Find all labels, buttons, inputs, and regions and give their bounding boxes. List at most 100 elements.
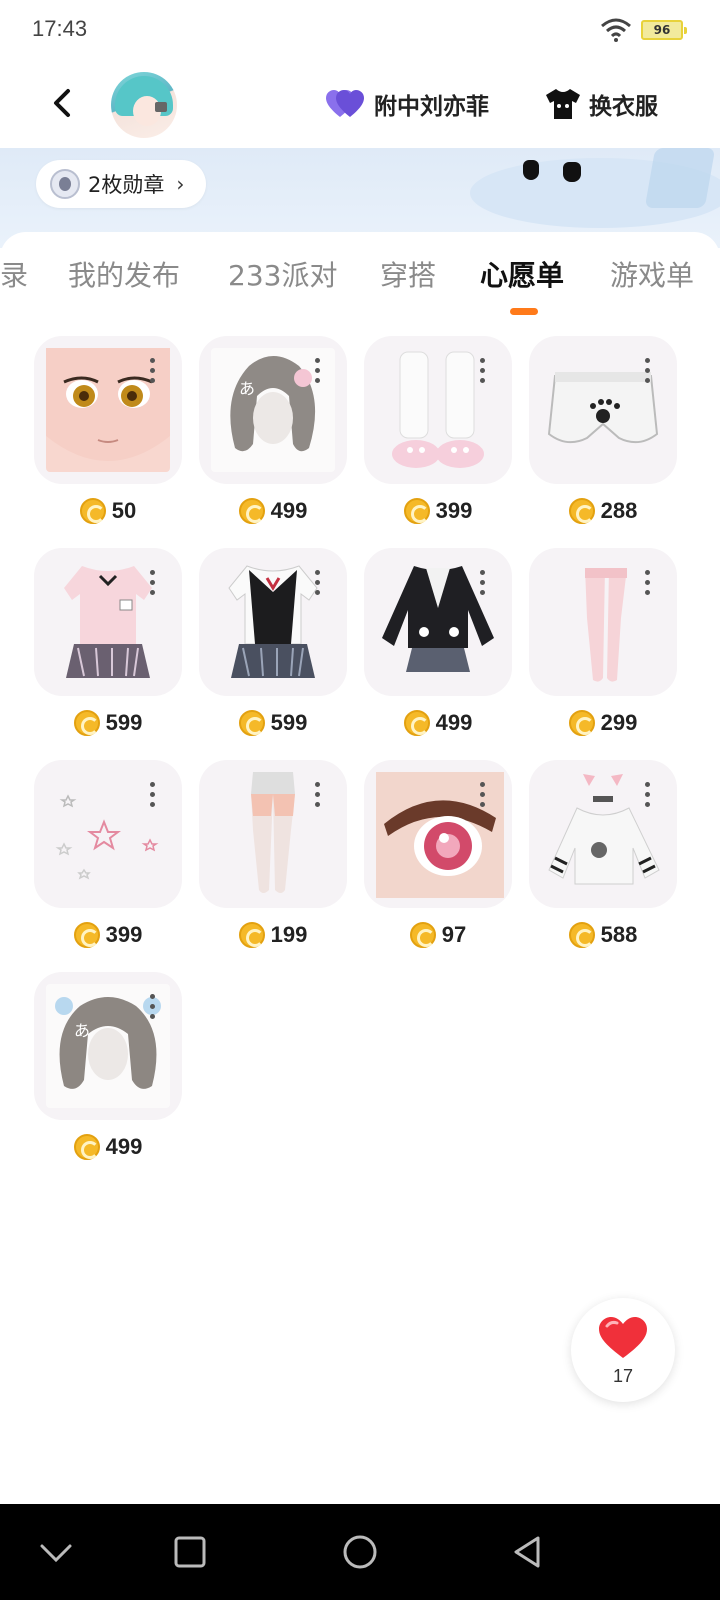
item-thumbnail: あ — [34, 972, 182, 1120]
coin-icon — [238, 922, 265, 948]
back-triangle-icon[interactable] — [506, 1530, 550, 1574]
heart-icon — [599, 1317, 647, 1358]
item-thumbnail: あ — [199, 336, 347, 484]
item-thumbnail — [199, 548, 347, 696]
tshirt-icon — [546, 89, 580, 119]
wishlist-item[interactable]: あ 499 — [34, 972, 182, 1172]
item-thumbnail — [364, 336, 512, 484]
more-options-icon[interactable] — [645, 358, 651, 388]
favorite-label: 附中刘亦菲 — [374, 94, 489, 120]
tab-bar: 录 我的发布 233派对 穿搭 心愿单 游戏单 — [0, 254, 720, 314]
wishlist-item[interactable]: 97 — [364, 760, 512, 960]
more-options-icon[interactable] — [315, 358, 321, 388]
item-price: 588 — [529, 920, 677, 950]
badge-count: 2枚勋章 — [88, 173, 165, 197]
more-options-icon[interactable] — [315, 570, 321, 600]
item-thumbnail — [364, 760, 512, 908]
like-count: 17 — [612, 1366, 634, 1386]
coin-icon — [73, 922, 100, 948]
chevron-down-icon[interactable] — [34, 1530, 78, 1574]
tab-party[interactable]: 233派对 — [228, 254, 337, 294]
tab-wishlist[interactable]: 心愿单 — [480, 254, 564, 294]
more-options-icon[interactable] — [645, 782, 651, 812]
item-price: 599 — [34, 708, 182, 738]
wishlist-item[interactable]: 50 — [34, 336, 182, 536]
coin-icon — [403, 498, 430, 524]
system-nav-bar — [0, 1504, 720, 1600]
item-price: 499 — [364, 708, 512, 738]
heart-double-icon — [326, 90, 364, 117]
change-outfit-label: 换衣服 — [589, 94, 658, 120]
more-options-icon[interactable] — [150, 782, 156, 812]
more-options-icon[interactable] — [150, 358, 156, 388]
svg-text:あ: あ — [239, 379, 255, 398]
avatar[interactable] — [111, 72, 177, 138]
wishlist-item[interactable]: 299 — [529, 548, 677, 748]
wishlist-item[interactable]: 599 — [199, 548, 347, 748]
medal-icon — [50, 169, 80, 199]
item-thumbnail — [34, 760, 182, 908]
coin-icon — [73, 710, 100, 736]
item-price: 499 — [199, 496, 347, 526]
coin-icon — [403, 710, 430, 736]
wishlist-item[interactable]: あ 499 — [199, 336, 347, 536]
wishlist-item[interactable]: 399 — [364, 336, 512, 536]
item-thumbnail — [529, 548, 677, 696]
coin-icon — [409, 922, 436, 948]
item-price: 288 — [529, 496, 677, 526]
wishlist-item[interactable]: 199 — [199, 760, 347, 960]
wishlist-item[interactable]: 399 — [34, 760, 182, 960]
tab-my-posts[interactable]: 我的发布 — [68, 254, 180, 294]
item-price: 299 — [529, 708, 677, 738]
item-thumbnail — [529, 760, 677, 908]
favorite-chip[interactable]: 附中刘亦菲 — [326, 86, 489, 122]
more-options-icon[interactable] — [480, 358, 486, 388]
more-options-icon[interactable] — [645, 570, 651, 600]
more-options-icon[interactable] — [480, 782, 486, 812]
change-outfit-button[interactable]: 换衣服 — [545, 86, 658, 122]
coin-icon — [568, 922, 595, 948]
item-price: 399 — [364, 496, 512, 526]
item-price: 199 — [199, 920, 347, 950]
more-options-icon[interactable] — [150, 994, 156, 1024]
more-options-icon[interactable] — [315, 782, 321, 812]
item-price: 599 — [199, 708, 347, 738]
tab-indicator — [510, 308, 538, 315]
item-thumbnail — [199, 760, 347, 908]
item-thumbnail — [364, 548, 512, 696]
item-price: 399 — [34, 920, 182, 950]
battery-icon: 96 — [641, 20, 687, 40]
tab-outfits[interactable]: 穿搭 — [380, 254, 436, 294]
item-price: 97 — [364, 920, 512, 950]
wifi-icon — [601, 18, 631, 42]
item-thumbnail — [529, 336, 677, 484]
recents-square-icon[interactable] — [168, 1530, 212, 1574]
item-price: 499 — [34, 1132, 182, 1162]
wishlist-item[interactable]: 288 — [529, 336, 677, 536]
item-thumbnail — [34, 548, 182, 696]
tab-game-list[interactable]: 游戏单 — [610, 254, 694, 294]
item-thumbnail — [34, 336, 182, 484]
chevron-right-icon: › — [176, 172, 185, 196]
item-price: 50 — [34, 496, 182, 526]
coin-icon — [79, 498, 106, 524]
profile-header: 附中刘亦菲 换衣服 — [0, 60, 720, 148]
coin-icon — [568, 710, 595, 736]
wishlist-item[interactable]: 599 — [34, 548, 182, 748]
status-time: 17:43 — [32, 16, 88, 41]
coin-icon — [238, 498, 265, 524]
tab-records[interactable]: 录 — [0, 254, 28, 294]
back-arrow-icon[interactable] — [46, 86, 80, 120]
svg-text:あ: あ — [74, 1021, 90, 1040]
more-options-icon[interactable] — [150, 570, 156, 600]
badge-pill[interactable]: 2枚勋章 › — [36, 160, 207, 208]
coin-icon — [238, 710, 265, 736]
like-button[interactable]: 17 — [571, 1298, 675, 1402]
wishlist-item[interactable]: 499 — [364, 548, 512, 748]
home-circle-icon[interactable] — [338, 1530, 382, 1574]
coin-icon — [73, 1134, 100, 1160]
status-bar: 17:43 96 — [0, 0, 720, 60]
more-options-icon[interactable] — [480, 570, 486, 600]
coin-icon — [568, 498, 595, 524]
wishlist-item[interactable]: 588 — [529, 760, 677, 960]
